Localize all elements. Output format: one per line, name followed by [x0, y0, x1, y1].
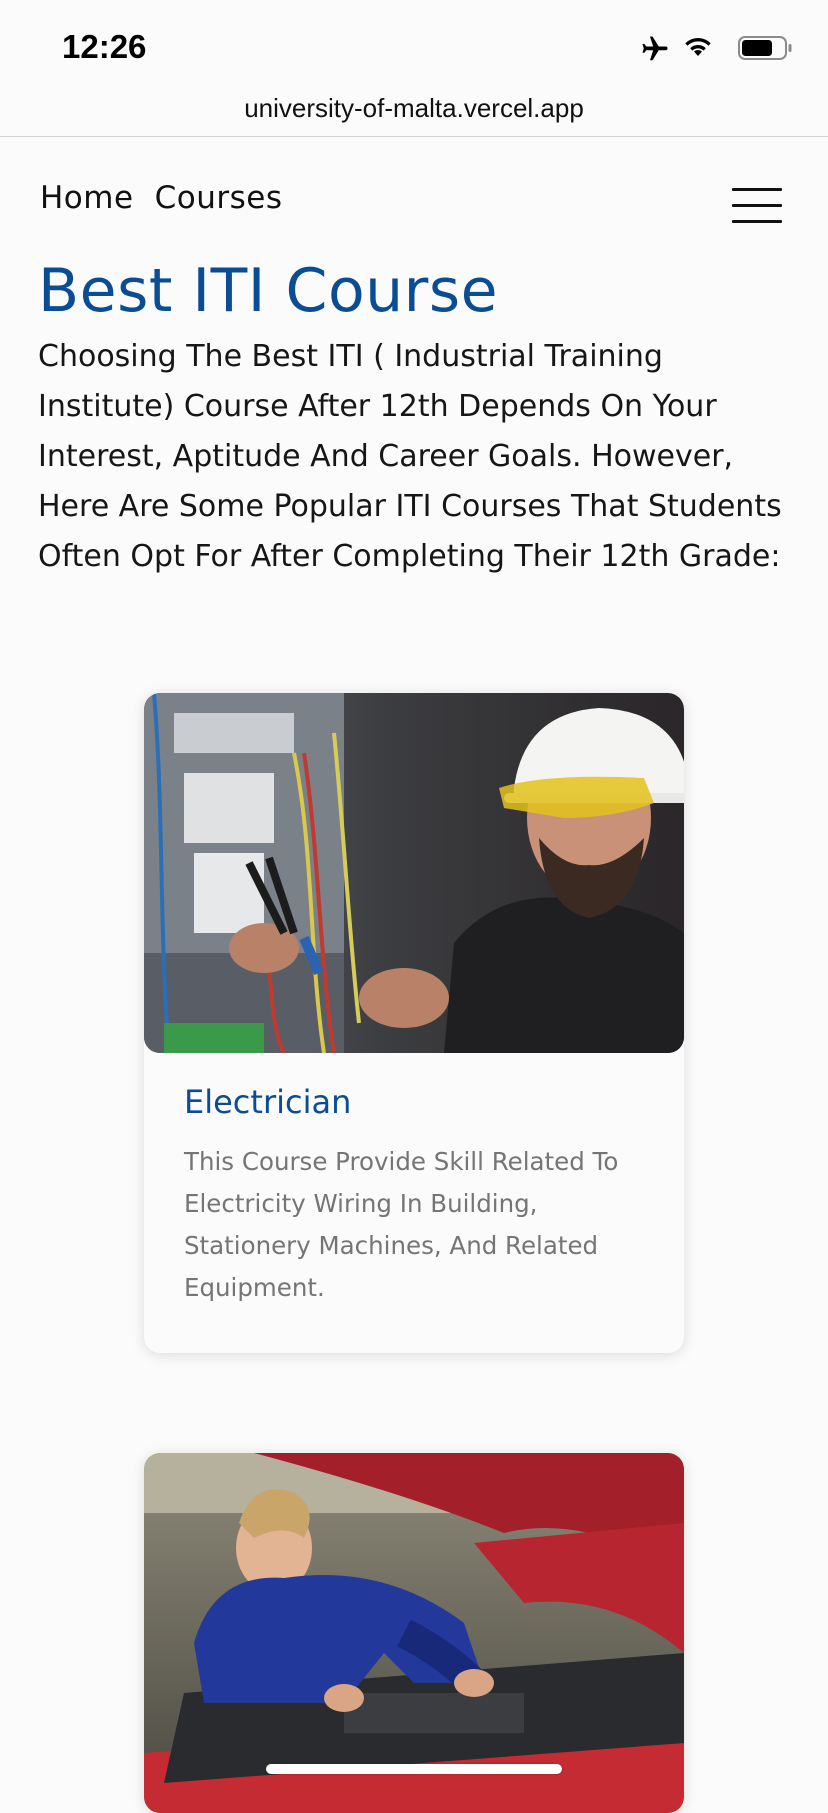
course-card-electrician[interactable]: Electrician This Course Provide Skill Re… — [144, 693, 684, 1353]
status-bar: 12:26 — [0, 0, 828, 90]
top-nav: Home Courses — [40, 180, 299, 230]
hamburger-menu-icon[interactable] — [732, 188, 784, 224]
home-indicator — [266, 1764, 562, 1774]
nav-link-courses[interactable]: Courses — [155, 180, 283, 216]
airplane-icon — [642, 36, 668, 61]
status-time: 12:26 — [62, 28, 147, 65]
page-title: Best ITI Course — [38, 256, 499, 326]
mechanic-photo — [144, 1453, 684, 1813]
course-title[interactable]: Electrician — [184, 1083, 351, 1121]
url-bar[interactable]: university-of-malta.vercel.app — [0, 88, 828, 136]
electrician-photo — [144, 693, 684, 1053]
battery-icon — [738, 36, 792, 60]
url-bar-divider — [0, 136, 828, 137]
page-intro: Choosing The Best ITI ( Industrial Train… — [38, 339, 782, 574]
course-card-mechanic[interactable] — [144, 1453, 684, 1813]
wifi-icon — [685, 38, 711, 56]
url-text: university-of-malta.vercel.app — [244, 93, 584, 123]
nav-link-home[interactable]: Home — [40, 180, 134, 216]
course-description: This Course Provide Skill Related To Ele… — [184, 1147, 619, 1302]
